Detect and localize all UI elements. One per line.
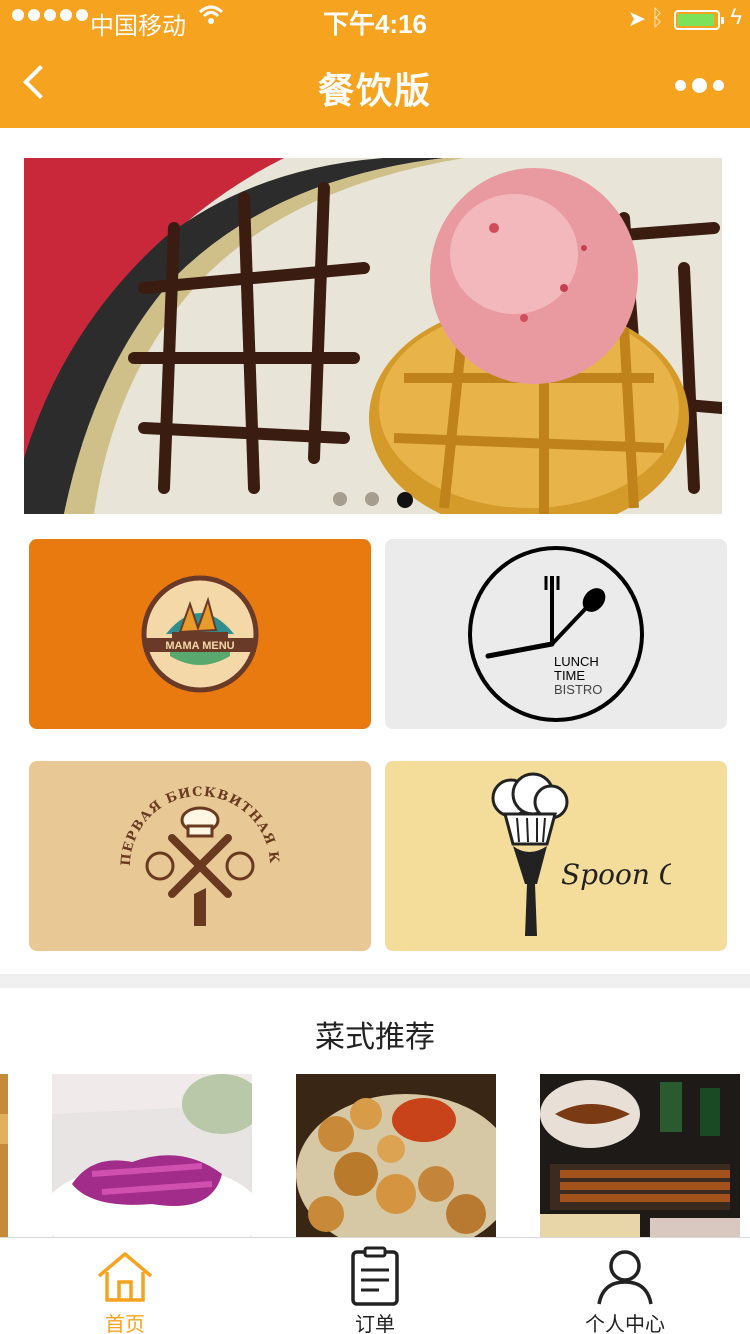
banner-image — [24, 158, 722, 514]
dish-image — [0, 1074, 8, 1240]
tab-orders[interactable]: 订单 — [250, 1238, 500, 1334]
location-icon: ➤ — [627, 6, 646, 31]
brand-name: MAMA MENU — [165, 640, 234, 652]
tab-home-label: 首页 — [105, 1314, 145, 1334]
brand-tile-mama-menu[interactable]: MAMA MENU — [29, 539, 371, 729]
dish-card-bbq-skewers[interactable] — [540, 1074, 740, 1240]
more-options-button[interactable] — [675, 78, 724, 93]
banner-carousel[interactable] — [24, 158, 722, 514]
tab-profile-label: 个人中心 — [585, 1314, 665, 1334]
charging-icon: ϟ — [730, 4, 742, 29]
order-icon — [351, 1246, 399, 1306]
dish-image — [52, 1074, 252, 1240]
dish-card-partial[interactable] — [0, 1074, 8, 1240]
tab-home[interactable]: 首页 — [0, 1238, 250, 1334]
brand-name-line2: TIME — [554, 668, 585, 683]
brand-tile-spoon-chef[interactable]: Spoon Chef — [385, 761, 727, 951]
biscuit-company-logo: ПЕРВАЯ БИСКВИТНАЯ КОМПАНИЯ — [110, 766, 280, 926]
battery-icon — [674, 10, 724, 30]
carousel-indicator — [24, 492, 722, 508]
brand-tile-biscuit-company[interactable]: ПЕРВАЯ БИСКВИТНАЯ КОМПАНИЯ — [29, 761, 371, 951]
dish-image — [296, 1074, 496, 1240]
brand-tile-lunch-time-bistro[interactable]: LUNCH TIME BISTRO — [385, 539, 727, 729]
lunch-time-bistro-logo: LUNCH TIME BISTRO — [468, 546, 644, 722]
page-title: 餐饮版 — [317, 70, 432, 111]
status-bar: 中国移动 下午4:16 ➤ ᛒ ϟ — [0, 0, 750, 40]
mama-menu-logo: MAMA MENU — [141, 575, 259, 693]
carousel-dot[interactable] — [365, 492, 379, 506]
brand-name-line3: BISTRO — [554, 682, 602, 697]
tab-orders-label: 订单 — [355, 1314, 395, 1334]
brand-name-line1: LUNCH — [554, 654, 599, 669]
brand-name: Spoon Chef — [561, 858, 671, 891]
carousel-dot[interactable] — [333, 492, 347, 506]
user-icon — [597, 1250, 653, 1305]
bluetooth-icon: ᛒ — [650, 5, 664, 30]
dish-card-fried-chicken[interactable] — [296, 1074, 496, 1240]
recommend-section-title: 菜式推荐 — [315, 1021, 435, 1054]
section-divider — [0, 974, 750, 988]
dish-card-dragon-fruit-chips[interactable] — [52, 1074, 252, 1240]
dish-image — [540, 1074, 740, 1240]
spoon-chef-logo: Spoon Chef — [491, 772, 671, 936]
top-bar: 中国移动 下午4:16 ➤ ᛒ ϟ 餐饮版 — [0, 0, 750, 128]
bottom-tab-bar: 首页 订单 个人中心 — [0, 1237, 750, 1334]
tab-profile[interactable]: 个人中心 — [500, 1238, 750, 1334]
home-icon — [97, 1252, 153, 1302]
carousel-dot[interactable] — [397, 492, 413, 508]
